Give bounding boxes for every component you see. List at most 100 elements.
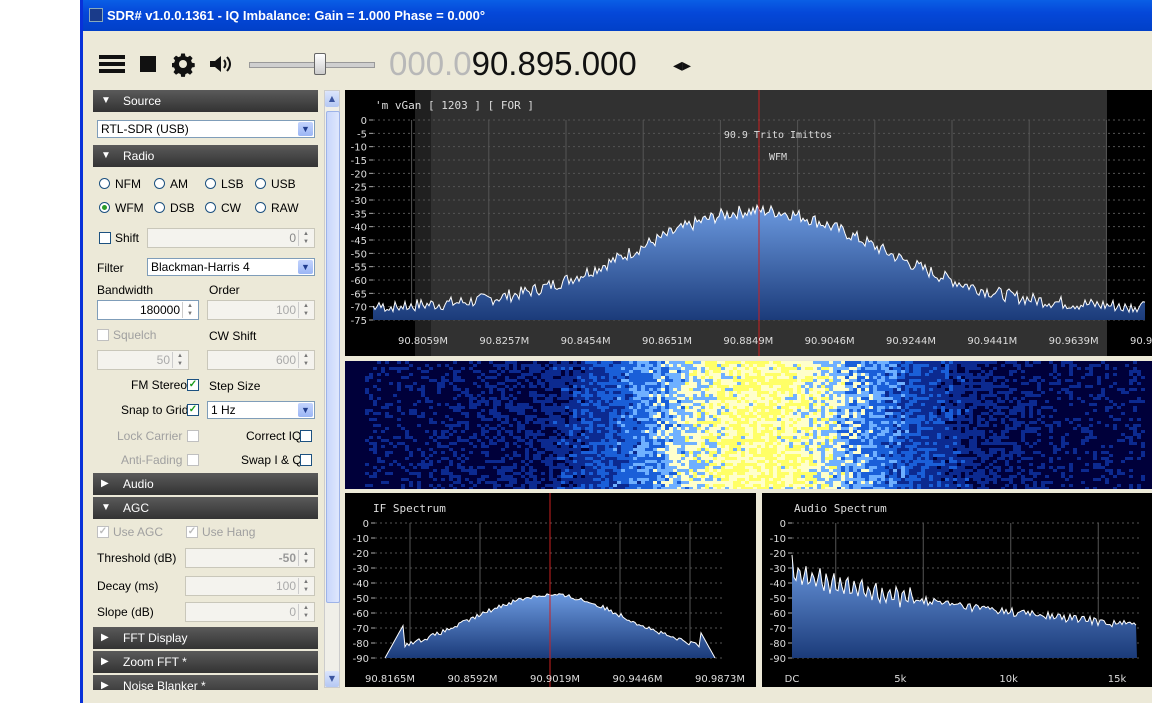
anti-fading-checkbox[interactable]	[187, 454, 199, 466]
waterfall-cell	[685, 388, 689, 391]
mode-radio-raw[interactable]	[255, 202, 266, 213]
fm-stereo-checkbox[interactable]: ✓	[187, 379, 199, 391]
swap-iq-checkbox[interactable]	[300, 454, 312, 466]
agc-section-header[interactable]: ▼ AGC	[93, 497, 318, 519]
stop-icon[interactable]	[139, 53, 157, 75]
snap-to-grid-checkbox[interactable]: ✓	[187, 404, 199, 416]
waterfall-cell	[489, 385, 493, 388]
mode-radio-nfm[interactable]	[99, 178, 110, 189]
frequency-digits[interactable]: 90.895.000	[472, 45, 637, 82]
audio-section-header[interactable]: ▶ Audio	[93, 473, 318, 495]
gear-icon[interactable]	[171, 53, 196, 77]
shift-checkbox[interactable]	[99, 232, 111, 244]
waterfall-cell	[601, 379, 605, 382]
waterfall-cell	[957, 376, 961, 379]
waterfall-cell	[681, 421, 685, 424]
spinner-icon[interactable]: ▲ ▼	[298, 550, 313, 566]
chevron-down-icon[interactable]: ▼	[298, 122, 313, 136]
waterfall-cell	[785, 382, 789, 385]
source-device-select[interactable]: RTL-SDR (USB) ▼	[97, 120, 315, 138]
waterfall-cell	[1029, 415, 1033, 418]
scroll-down-icon[interactable]: ▼	[325, 671, 339, 687]
waterfall-cell	[977, 433, 981, 436]
spinner-icon[interactable]: ▲ ▼	[172, 352, 187, 368]
panel-scrollbar[interactable]: ▲ ▼	[324, 90, 340, 688]
waterfall-cell	[865, 397, 869, 400]
noise-blanker-section-header[interactable]: ▶ Noise Blanker *	[93, 675, 318, 690]
waterfall-cell	[561, 442, 565, 445]
waterfall-display[interactable]	[345, 361, 1152, 489]
waterfall-cell	[745, 457, 749, 460]
frequency-step-arrows-icon[interactable]: ◂▸	[673, 55, 691, 76]
waterfall-cell	[1021, 415, 1025, 418]
scroll-up-icon[interactable]: ▲	[325, 91, 339, 107]
waterfall-cell	[441, 469, 445, 472]
waterfall-cell	[681, 409, 685, 412]
waterfall-cell	[897, 370, 901, 373]
spinner-icon[interactable]: ▲ ▼	[298, 352, 313, 368]
waterfall-cell	[765, 367, 769, 370]
waterfall-cell	[585, 463, 589, 466]
waterfall-cell	[553, 466, 557, 469]
scrollbar-thumb[interactable]	[326, 111, 340, 603]
waterfall-cell	[481, 430, 485, 433]
frequency-leading-digits[interactable]: 000.0	[389, 45, 472, 82]
use-hang-checkbox[interactable]: ✓	[186, 526, 198, 538]
waterfall-cell	[925, 373, 929, 376]
waterfall-cell	[549, 400, 553, 403]
spinner-icon[interactable]: ▲ ▼	[298, 302, 313, 318]
spectrum-analyzer[interactable]: 'm vGan [ 1203 ] [ FOR ] 90.9 Trito Imit…	[345, 90, 1152, 356]
chevron-down-icon[interactable]: ▼	[298, 260, 313, 274]
speaker-icon[interactable]	[208, 53, 236, 75]
waterfall-cell	[601, 424, 605, 427]
waterfall-cell	[693, 376, 697, 379]
mode-radio-cw[interactable]	[205, 202, 216, 213]
step-size-select[interactable]: 1 Hz ▼	[207, 401, 315, 419]
fft-display-section-header[interactable]: ▶ FFT Display	[93, 627, 318, 649]
waterfall-cell	[997, 436, 1001, 439]
chevron-down-icon[interactable]: ▼	[298, 403, 313, 417]
shift-input[interactable]: 0 ▲ ▼	[147, 228, 315, 248]
mode-radio-wfm[interactable]	[99, 202, 110, 213]
spinner-icon[interactable]: ▲ ▼	[298, 578, 313, 594]
waterfall-cell	[549, 418, 553, 421]
bandwidth-input[interactable]: 180000 ▲ ▼	[97, 300, 199, 320]
mode-radio-lsb[interactable]	[205, 178, 216, 189]
correct-iq-checkbox[interactable]	[300, 430, 312, 442]
menu-icon[interactable]	[99, 53, 125, 75]
waterfall-cell	[837, 433, 841, 436]
volume-slider-thumb[interactable]	[313, 53, 326, 75]
spinner-icon[interactable]: ▲ ▼	[298, 604, 313, 620]
frequency-display[interactable]: 000.090.895.000	[389, 45, 637, 83]
cw-shift-input[interactable]: 600 ▲ ▼	[207, 350, 315, 370]
squelch-checkbox[interactable]	[97, 329, 109, 341]
volume-slider-track[interactable]	[249, 62, 375, 68]
lock-carrier-checkbox[interactable]	[187, 430, 199, 442]
waterfall-cell	[981, 418, 985, 421]
threshold-input[interactable]: -50 ▲ ▼	[185, 548, 315, 568]
decay-input[interactable]: 100 ▲ ▼	[185, 576, 315, 596]
mode-radio-am[interactable]	[154, 178, 165, 189]
order-input[interactable]: 100 ▲ ▼	[207, 300, 315, 320]
mode-radio-usb[interactable]	[255, 178, 266, 189]
waterfall-cell	[1129, 442, 1133, 445]
mode-radio-dsb[interactable]	[154, 202, 165, 213]
waterfall-cell	[837, 382, 841, 385]
title-bar[interactable]: SDR# v1.0.0.1361 - IQ Imbalance: Gain = …	[83, 0, 1152, 31]
squelch-input[interactable]: 50 ▲ ▼	[97, 350, 189, 370]
source-section-header[interactable]: ▼ Source	[93, 90, 318, 112]
use-agc-checkbox[interactable]: ✓	[97, 526, 109, 538]
waterfall-cell	[961, 379, 965, 382]
waterfall-cell	[877, 394, 881, 397]
waterfall-cell	[1117, 418, 1121, 421]
slope-input[interactable]: 0 ▲ ▼	[185, 602, 315, 622]
zoom-fft-section-header[interactable]: ▶ Zoom FFT *	[93, 651, 318, 673]
waterfall-cell	[873, 460, 877, 463]
spinner-icon[interactable]: ▲ ▼	[298, 230, 313, 246]
filter-select[interactable]: Blackman-Harris 4 ▼	[147, 258, 315, 276]
spinner-icon[interactable]: ▲ ▼	[182, 302, 197, 318]
radio-section-header[interactable]: ▼ Radio	[93, 145, 318, 167]
waterfall-cell	[689, 454, 693, 457]
waterfall-plot[interactable]	[345, 361, 1152, 489]
spectrum-plot[interactable]: 'm vGan [ 1203 ] [ FOR ] 90.9 Trito Imit…	[345, 90, 1152, 356]
